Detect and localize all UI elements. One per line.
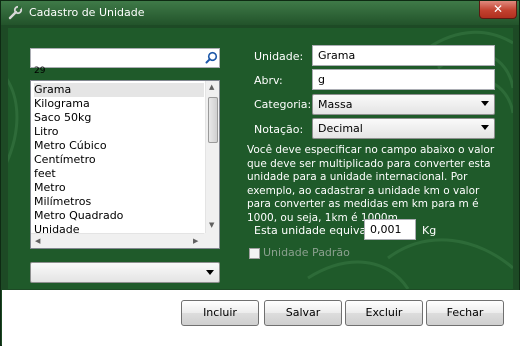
fechar-button[interactable]: Fechar <box>426 300 504 326</box>
notacao-value: Decimal <box>318 122 363 135</box>
incluir-button[interactable]: Incluir <box>181 300 259 326</box>
record-count: 29 <box>34 66 46 76</box>
scroll-down-icon[interactable]: ▼ <box>209 221 214 229</box>
conversion-factor-input[interactable]: 0,001 <box>364 219 416 240</box>
conversion-unit-label: Kg <box>422 224 437 237</box>
list-item[interactable]: Metro <box>34 181 204 195</box>
horizontal-scrollbar[interactable]: ◀ ▶ <box>31 233 205 248</box>
unidade-input[interactable]: Grama <box>312 45 495 66</box>
title-bar[interactable]: Cadastro de Unidade <box>1 1 519 25</box>
abrv-label: Abrv: <box>254 74 283 87</box>
vertical-scrollbar[interactable]: ▲ ▼ <box>205 81 219 233</box>
list-item[interactable]: Metro Quadrado <box>34 209 204 223</box>
list-item[interactable]: Litro <box>34 125 204 139</box>
list-item[interactable]: Grama <box>34 83 204 97</box>
unidade-padrao-checkbox[interactable] <box>249 248 260 259</box>
scroll-thumb[interactable] <box>208 97 218 143</box>
list-item[interactable]: Saco 50kg <box>34 111 204 125</box>
search-icon[interactable] <box>205 51 218 64</box>
list-item[interactable]: Centímetro <box>34 153 204 167</box>
list-item[interactable]: Milímetros <box>34 195 204 209</box>
close-button[interactable]: ✕ <box>479 1 517 19</box>
chevron-down-icon <box>206 270 214 275</box>
filter-combo[interactable] <box>30 262 220 283</box>
scroll-up-icon[interactable]: ▲ <box>209 83 214 91</box>
list-item[interactable]: Metro Cúbico <box>34 139 204 153</box>
list-item[interactable]: feet <box>34 167 204 181</box>
scroll-corner <box>204 233 219 248</box>
wrench-icon <box>8 5 23 20</box>
excluir-button[interactable]: Excluir <box>345 300 423 326</box>
window-title: Cadastro de Unidade <box>29 6 145 19</box>
categoria-label: Categoria: <box>254 98 312 111</box>
scroll-right-icon[interactable]: ▶ <box>193 237 198 245</box>
notacao-label: Notação: <box>254 123 304 136</box>
categoria-select[interactable]: Massa <box>312 94 495 115</box>
salvar-button[interactable]: Salvar <box>264 300 342 326</box>
unit-list[interactable]: Grama Kilograma Saco 50kg Litro Metro Cú… <box>30 80 220 249</box>
categoria-value: Massa <box>318 98 353 111</box>
list-item[interactable]: Kilograma <box>34 97 204 111</box>
search-input[interactable] <box>30 48 220 68</box>
abrv-input[interactable]: g <box>312 69 495 90</box>
chevron-down-icon <box>481 101 489 106</box>
chevron-down-icon <box>481 125 489 130</box>
scroll-left-icon[interactable]: ◀ <box>35 237 40 245</box>
notacao-select[interactable]: Decimal <box>312 118 495 139</box>
unidade-padrao-label: Unidade Padrão <box>263 246 350 259</box>
unidade-label: Unidade: <box>254 50 304 63</box>
conversion-help-text: Você deve especificar no campo abaixo o … <box>247 144 495 224</box>
